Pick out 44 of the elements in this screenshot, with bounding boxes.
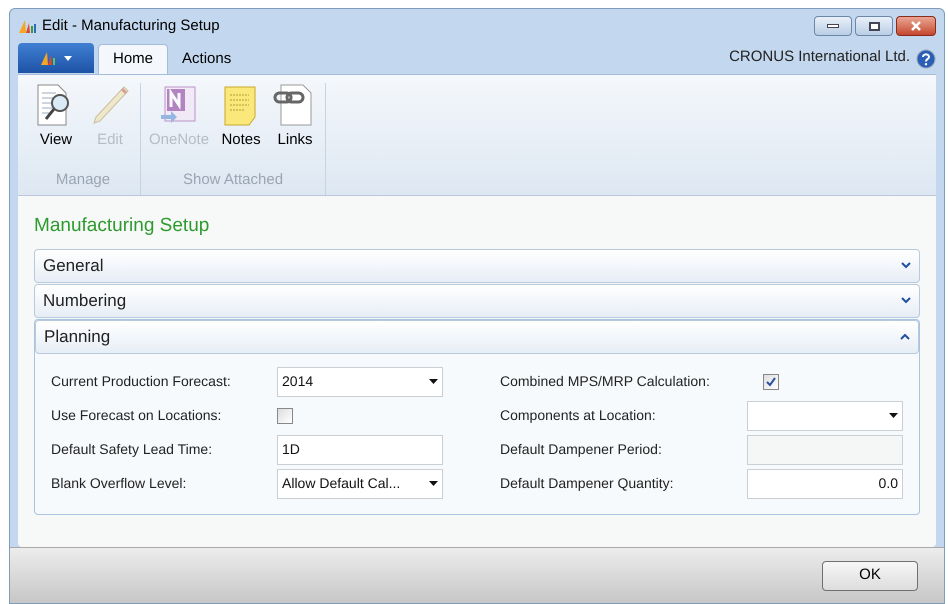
field-label: Default Dampener Period: [500,440,663,459]
field-label: Use Forecast on Locations: [51,406,222,425]
expand-icon [901,297,911,304]
collapse-icon [900,333,910,340]
dropdown-field[interactable]: 2014 [277,366,443,396]
dropdown-field[interactable]: Allow Default Cal... [277,468,443,498]
ribbon-tab[interactable]: Home [98,44,168,74]
ribbon-button[interactable]: View [32,83,80,169]
page-title: Manufacturing Setup [34,214,210,238]
window-title: Edit - Manufacturing Setup [42,16,220,36]
section-header[interactable]: Numbering [34,284,920,318]
maximize-button[interactable] [855,16,893,36]
field-label: Blank Overflow Level: [51,474,188,493]
help-icon[interactable] [916,49,936,69]
company-name: CRONUS International Ltd. [729,46,910,66]
dropdown-arrow-icon [429,481,438,486]
group-label: Manage [56,170,110,190]
checkbox[interactable] [763,374,779,390]
dropdown-arrow-icon [429,379,438,384]
checkbox[interactable] [277,408,293,424]
field-label: Default Safety Lead Time: [51,440,214,459]
ribbon-tab[interactable]: Actions [168,44,246,74]
close-icon [910,21,922,31]
caret-icon [64,56,72,60]
dropdown-arrow-icon [889,413,898,418]
text-field[interactable]: 0.0 [746,468,903,498]
app-logo-icon [18,18,38,34]
field-label: Components at Location: [500,406,657,425]
text-field[interactable]: 1D [277,434,443,464]
field-label: Combined MPS/MRP Calculation: [500,372,711,391]
text-field[interactable] [746,434,903,464]
ribbon-button[interactable]: Notes [217,83,266,169]
dropdown-field[interactable] [746,400,903,430]
field-label: Current Production Forecast: [51,372,232,391]
close-button[interactable] [896,16,936,36]
section-header[interactable]: General [34,248,920,282]
ok-button[interactable]: OK [822,560,918,590]
minimize-button[interactable] [814,16,852,36]
section-header[interactable]: Planning [35,320,919,354]
ribbon-button[interactable]: Links [271,83,320,169]
expand-icon [901,262,911,269]
group-label: Show Attached [182,170,284,190]
application-menu-button[interactable] [18,43,94,73]
field-label: Default Dampener Quantity: [500,474,675,493]
